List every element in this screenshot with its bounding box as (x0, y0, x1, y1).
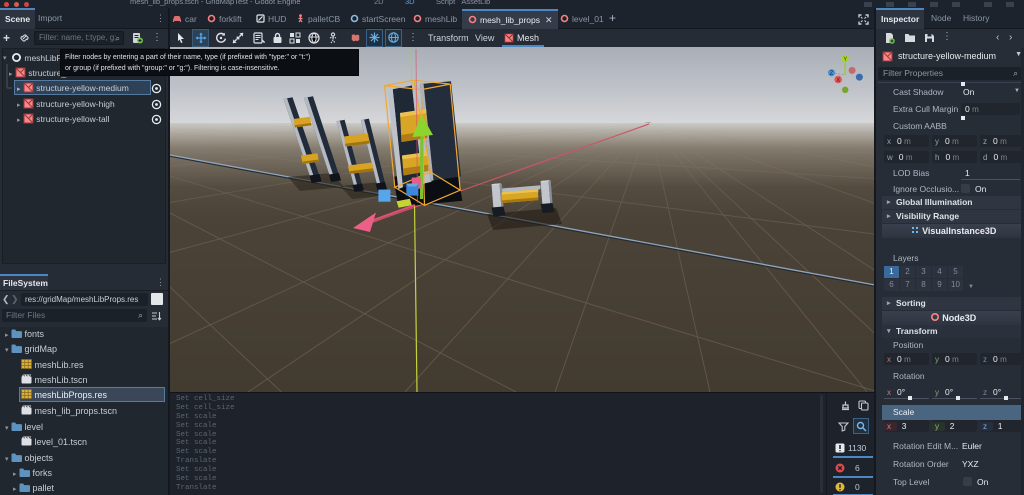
svg-text:Z: Z (830, 71, 834, 77)
svg-text:X: X (836, 78, 840, 84)
svg-text:Y: Y (843, 57, 847, 63)
